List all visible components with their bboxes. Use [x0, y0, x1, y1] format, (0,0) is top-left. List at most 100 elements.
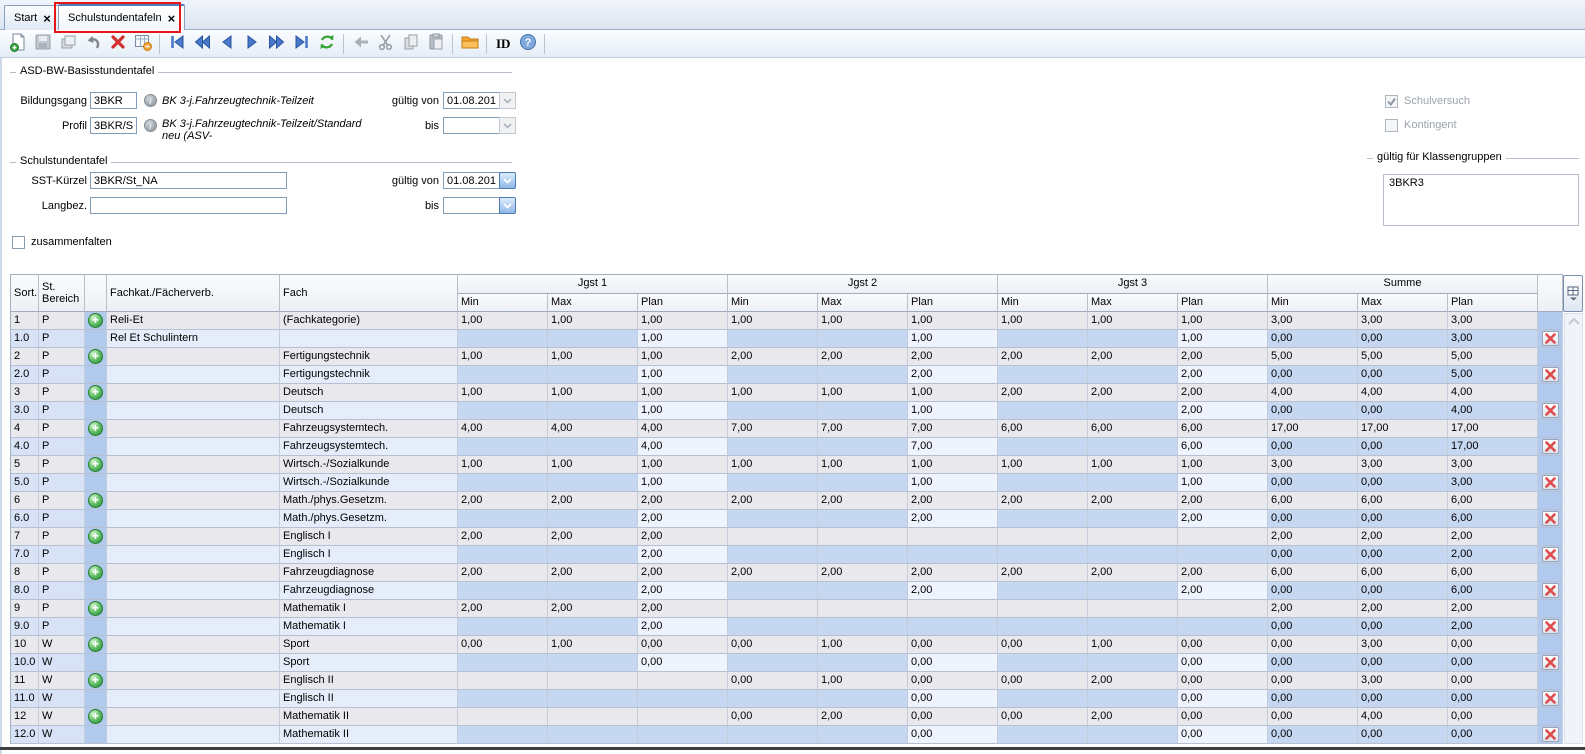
cell-value[interactable]	[1088, 474, 1178, 492]
delete-cell[interactable]	[1538, 474, 1563, 492]
cell-value[interactable]: 7,00	[908, 420, 998, 438]
cell-value[interactable]	[1088, 582, 1178, 600]
cell-sort[interactable]: 1	[11, 312, 39, 330]
cell-value[interactable]: 4,00	[638, 438, 728, 456]
column-header-Fachkat./Fächerverb.[interactable]: Fachkat./Fächerverb.	[107, 275, 280, 312]
cell-value[interactable]: 2,00	[998, 492, 1088, 510]
cell-value[interactable]	[548, 582, 638, 600]
delete-row-button[interactable]	[1542, 691, 1559, 706]
cell-value[interactable]: 2,00	[1448, 618, 1538, 636]
cell-value[interactable]: 4,00	[458, 420, 548, 438]
add-subject-cell[interactable]: +	[85, 420, 107, 438]
add-subject-button[interactable]: +	[88, 637, 103, 652]
cell-sort[interactable]: 11	[11, 672, 39, 690]
cell-bereich[interactable]: P	[39, 474, 85, 492]
column-header-St. Bereich[interactable]: St. Bereich	[39, 275, 85, 312]
cell-value[interactable]: 0,00	[458, 636, 548, 654]
cell-value[interactable]: 1,00	[908, 456, 998, 474]
cell-value[interactable]	[818, 582, 908, 600]
cell-sort[interactable]: 5	[11, 456, 39, 474]
cell-value[interactable]	[908, 528, 998, 546]
column-header-min[interactable]: Min	[998, 294, 1088, 312]
delete-row-button[interactable]	[1542, 547, 1559, 562]
cell-value[interactable]	[1088, 528, 1178, 546]
cell-value[interactable]: 2,00	[908, 564, 998, 582]
cell-value[interactable]	[548, 402, 638, 420]
nav-forward-button[interactable]	[239, 32, 264, 56]
delete-cell[interactable]	[1538, 402, 1563, 420]
cell-value[interactable]: 2,00	[818, 708, 908, 726]
delete-cell[interactable]	[1538, 726, 1563, 744]
cell-value[interactable]: 0,00	[638, 636, 728, 654]
cell-value[interactable]	[458, 510, 548, 528]
cell-sort[interactable]: 7.0	[11, 546, 39, 564]
nav-first-button[interactable]	[164, 32, 189, 56]
cell-value[interactable]: 0,00	[908, 690, 998, 708]
column-header-plan[interactable]: Plan	[1448, 294, 1538, 312]
cell-value[interactable]: 2,00	[728, 564, 818, 582]
cell-value[interactable]	[548, 510, 638, 528]
cell-value[interactable]	[1088, 600, 1178, 618]
cell-value[interactable]: 2,00	[1268, 600, 1358, 618]
profil-field[interactable]	[90, 117, 137, 134]
cell-value[interactable]	[818, 474, 908, 492]
cell-fach[interactable]: Fahrzeugdiagnose	[280, 582, 458, 600]
cell-value[interactable]: 1,00	[728, 384, 818, 402]
cell-value[interactable]: 0,00	[1268, 474, 1358, 492]
cell-fach[interactable]: Mathematik II	[280, 708, 458, 726]
cell-sort[interactable]: 5.0	[11, 474, 39, 492]
cell-value[interactable]: 17,00	[1448, 420, 1538, 438]
cell-value[interactable]	[548, 438, 638, 456]
cell-fach[interactable]: Englisch II	[280, 672, 458, 690]
cell-fachkat[interactable]	[107, 708, 280, 726]
delete-row-button[interactable]	[1542, 475, 1559, 490]
cell-bereich[interactable]: W	[39, 672, 85, 690]
cell-value[interactable]: 0,00	[1358, 690, 1448, 708]
cell-value[interactable]: 2,00	[908, 366, 998, 384]
cell-bereich[interactable]: W	[39, 636, 85, 654]
cell-value[interactable]: 1,00	[458, 456, 548, 474]
cell-fach[interactable]: (Fachkategorie)	[280, 312, 458, 330]
cell-value[interactable]	[548, 618, 638, 636]
delete-cell[interactable]	[1538, 546, 1563, 564]
cell-value[interactable]	[728, 726, 818, 744]
cell-value[interactable]: 0,00	[1268, 438, 1358, 456]
cell-value[interactable]: 6,00	[1178, 420, 1268, 438]
cell-fachkat[interactable]	[107, 654, 280, 672]
cell-fachkat[interactable]	[107, 600, 280, 618]
cell-fachkat[interactable]	[107, 528, 280, 546]
add-subject-button[interactable]: +	[88, 457, 103, 472]
cell-value[interactable]: 0,00	[1268, 672, 1358, 690]
cell-value[interactable]: 2,00	[638, 528, 728, 546]
cell-bereich[interactable]: P	[39, 492, 85, 510]
cell-value[interactable]: 1,00	[818, 384, 908, 402]
cell-value[interactable]: 2,00	[818, 564, 908, 582]
cell-value[interactable]	[458, 618, 548, 636]
column-header-Sort.[interactable]: Sort.	[11, 275, 39, 312]
cell-value[interactable]: 2,00	[728, 348, 818, 366]
cell-value[interactable]: 6,00	[1448, 582, 1538, 600]
cell-bereich[interactable]: P	[39, 546, 85, 564]
cell-value[interactable]: 6,00	[1448, 492, 1538, 510]
cell-value[interactable]: 4,00	[548, 420, 638, 438]
cell-fachkat[interactable]	[107, 618, 280, 636]
cell-fach[interactable]	[280, 330, 458, 348]
cell-value[interactable]: 2,00	[1088, 708, 1178, 726]
cell-bereich[interactable]: P	[39, 402, 85, 420]
column-header-plan[interactable]: Plan	[908, 294, 998, 312]
cell-bereich[interactable]: P	[39, 582, 85, 600]
add-subject-cell[interactable]: +	[85, 384, 107, 402]
add-subject-cell[interactable]: +	[85, 312, 107, 330]
cell-fach[interactable]: Fertigungstechnik	[280, 348, 458, 366]
cell-value[interactable]: 2,00	[1178, 492, 1268, 510]
tab-start[interactable]: Start ×	[4, 5, 61, 30]
help-button[interactable]: ?	[515, 32, 540, 56]
delete-cell[interactable]	[1538, 366, 1563, 384]
cell-bereich[interactable]: P	[39, 564, 85, 582]
nav-fast-back-button[interactable]	[189, 32, 214, 56]
cell-fach[interactable]: Englisch I	[280, 546, 458, 564]
cell-value[interactable]: 0,00	[1448, 672, 1538, 690]
cell-value[interactable]	[998, 330, 1088, 348]
delete-button[interactable]	[105, 32, 130, 56]
cell-value[interactable]: 3,00	[1448, 312, 1538, 330]
